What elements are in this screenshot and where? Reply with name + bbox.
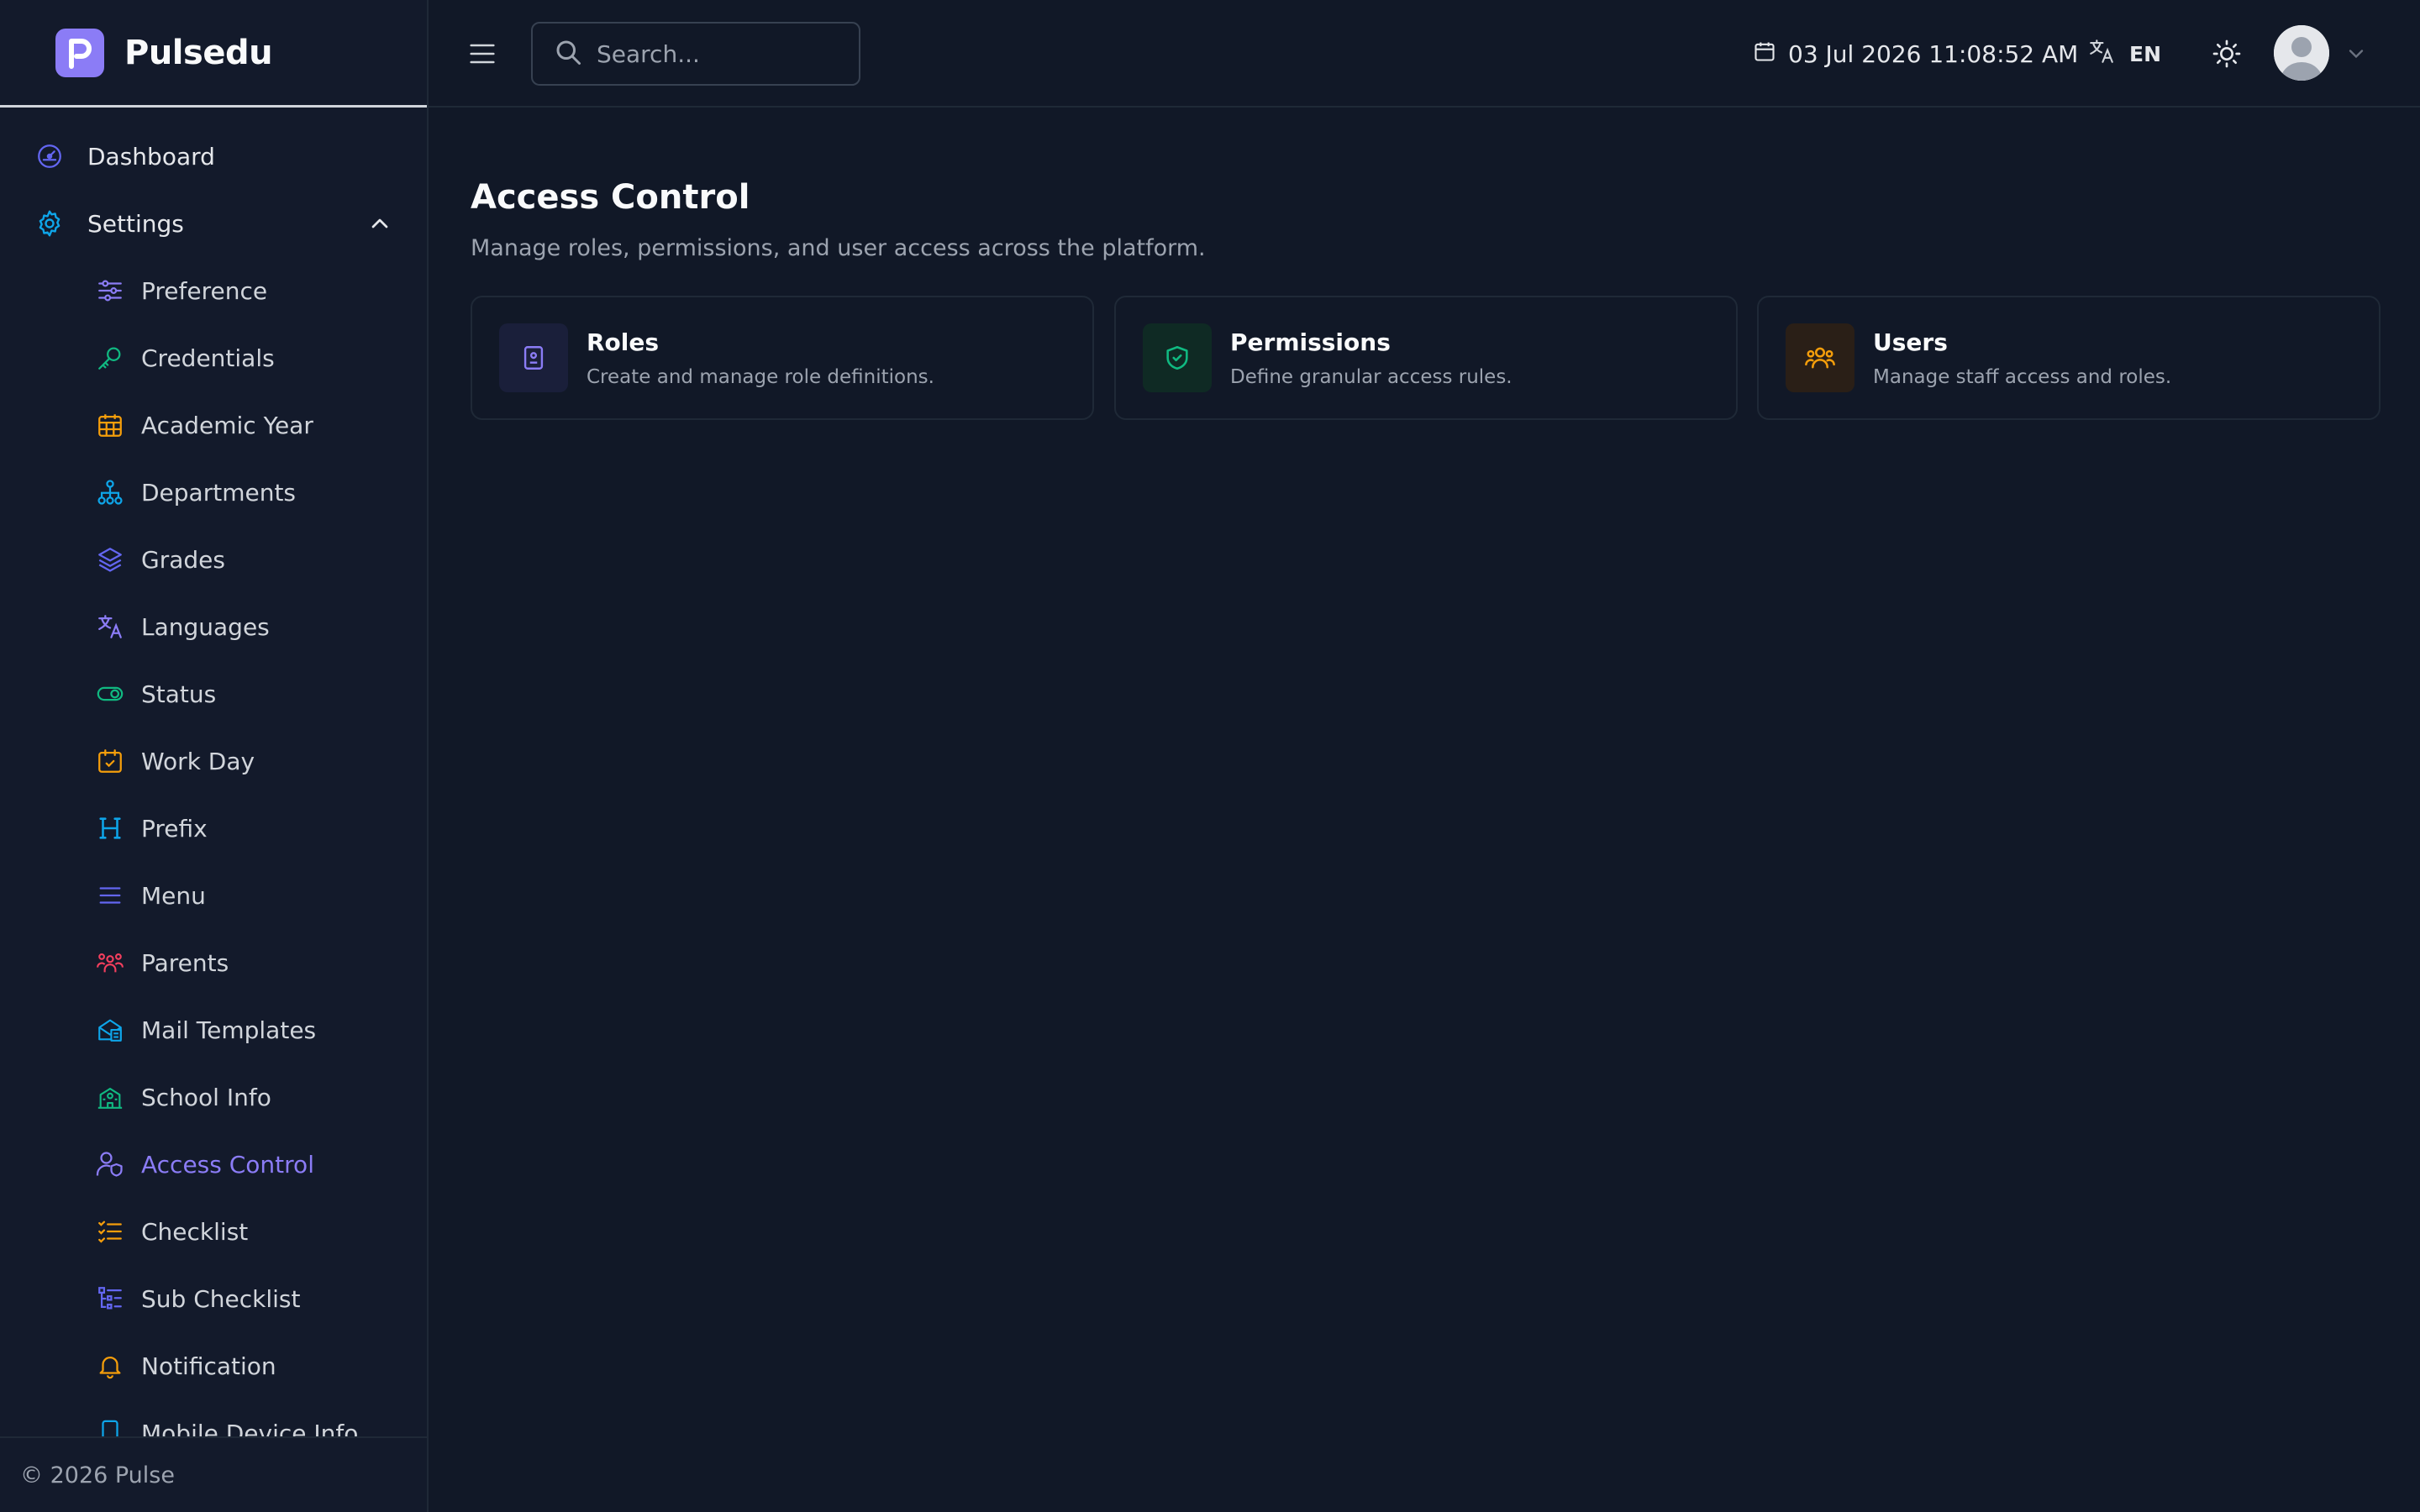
sidebar-item-dashboard[interactable]: Dashboard [0,123,427,190]
bell-icon [94,1350,126,1382]
card-title: Roles [587,328,660,356]
datetime-text: 03 Jul 2026 11:08:52 AM [1788,39,2079,68]
sidebar-item-label: Checklist [141,1217,249,1246]
mail-template-icon [94,1014,126,1046]
sub-checklist-icon [94,1283,126,1315]
brand-name: Pulsedu [124,33,273,72]
checklist-icon [94,1215,126,1247]
sidebar-item-work-day[interactable]: Work Day [0,727,427,795]
hierarchy-icon [94,476,126,508]
mobile-icon [94,1417,126,1436]
search-icon [553,37,583,71]
translate-icon [94,611,126,643]
language-switcher[interactable]: EN [2087,34,2161,74]
sidebar-footer: © 2026 Pulse [0,1436,427,1512]
family-icon [94,947,126,979]
sidebar-item-label: Mail Templates [141,1016,317,1044]
page-title: Access Control [471,178,750,217]
page-subtitle: Manage roles, permissions, and user acce… [471,235,1206,261]
sidebar-item-settings[interactable]: Settings [0,190,427,257]
chevron-up-icon[interactable] [366,210,393,240]
sidebar-item-preference[interactable]: Preference [0,257,427,324]
school-icon [94,1081,126,1113]
sidebar-nav: Dashboard Settings Preference Credential… [0,108,427,1436]
brand-logo-icon [55,28,104,77]
sidebar-item-label: Departments [141,478,297,507]
gear-icon [34,207,66,239]
sidebar-item-label: Menu [141,881,206,910]
sidebar-item-credentials[interactable]: Credentials [0,324,427,391]
sidebar-item-notification[interactable]: Notification [0,1332,427,1399]
search-input[interactable] [597,39,849,68]
sidebar-item-access-control[interactable]: Access Control [0,1131,427,1198]
sidebar-item-label: School Info [141,1083,271,1111]
chevron-down-icon[interactable] [2344,42,2368,69]
sidebar-item-label: Work Day [141,747,255,775]
calendar-check-icon [94,745,126,777]
users-icon [1786,323,1854,392]
dashboard-icon [34,140,66,172]
menu-lines-icon [94,879,126,911]
translate-icon [2087,37,2116,71]
sun-icon[interactable] [2210,37,2244,71]
sidebar-item-mail-templates[interactable]: Mail Templates [0,996,427,1063]
sidebar-item-status[interactable]: Status [0,660,427,727]
sidebar-item-label: Dashboard [87,142,215,171]
sidebar-item-prefix[interactable]: Prefix [0,795,427,862]
calendar-icon [1753,39,1776,69]
sidebar-item-school-info[interactable]: School Info [0,1063,427,1131]
card-description: Manage staff access and roles. [1873,365,2172,388]
sidebar-item-sub-checklist[interactable]: Sub Checklist [0,1265,427,1332]
topbar: 03 Jul 2026 11:08:52 AM EN [429,0,2420,108]
sidebar-item-label: Prefix [141,814,208,843]
sidebar-item-label: Languages [141,612,270,641]
sidebar-item-label: Settings [87,209,184,238]
permissions-card[interactable]: Permissions Define granular access rules… [1114,296,1738,420]
user-shield-icon [94,1148,126,1180]
heading-icon [94,812,126,844]
key-icon [94,342,126,374]
toggle-icon [94,678,126,710]
sidebar-item-checklist[interactable]: Checklist [0,1198,427,1265]
sidebar-item-languages[interactable]: Languages [0,593,427,660]
sidebar-item-label: Academic Year [141,411,313,439]
app-root: Pulsedu Dashboard Settings Preference Cr… [0,0,2420,1512]
datetime-display: 03 Jul 2026 11:08:52 AM [1753,34,2078,74]
language-code: EN [2129,41,2162,66]
sidebar-item-label: Credentials [141,344,275,372]
layers-icon [94,543,126,575]
card-description: Create and manage role definitions. [587,365,934,388]
sidebar-item-label: Status [141,680,217,708]
card-description: Define granular access rules. [1230,365,1512,388]
sidebar-item-label: Grades [141,545,225,574]
sidebar-item-mobile-device-info[interactable]: Mobile Device Info [0,1399,427,1436]
roles-card[interactable]: Roles Create and manage role definitions… [471,296,1094,420]
sidebar-item-label: Access Control [141,1150,314,1179]
card-title: Permissions [1230,328,1391,356]
brand[interactable]: Pulsedu [0,0,427,108]
sidebar-item-label: Parents [141,948,229,977]
sidebar-item-menu[interactable]: Menu [0,862,427,929]
card-title: Users [1873,328,1948,356]
search-box[interactable] [531,22,860,86]
avatar[interactable] [2274,25,2329,81]
sidebar-item-grades[interactable]: Grades [0,526,427,593]
hamburger-menu-icon[interactable] [466,37,499,71]
sidebar-item-label: Notification [141,1352,276,1380]
sidebar-item-label: Sub Checklist [141,1284,301,1313]
sidebar-item-parents[interactable]: Parents [0,929,427,996]
sliders-icon [94,275,126,307]
sidebar: Pulsedu Dashboard Settings Preference Cr… [0,0,429,1512]
sidebar-item-label: Preference [141,276,268,305]
id-badge-icon [499,323,568,392]
sidebar-item-label: Mobile Device Info [141,1419,359,1437]
calendar-grid-icon [94,409,126,441]
shield-check-icon [1143,323,1212,392]
users-card[interactable]: Users Manage staff access and roles. [1757,296,2381,420]
sidebar-item-academic-year[interactable]: Academic Year [0,391,427,459]
sidebar-item-departments[interactable]: Departments [0,459,427,526]
